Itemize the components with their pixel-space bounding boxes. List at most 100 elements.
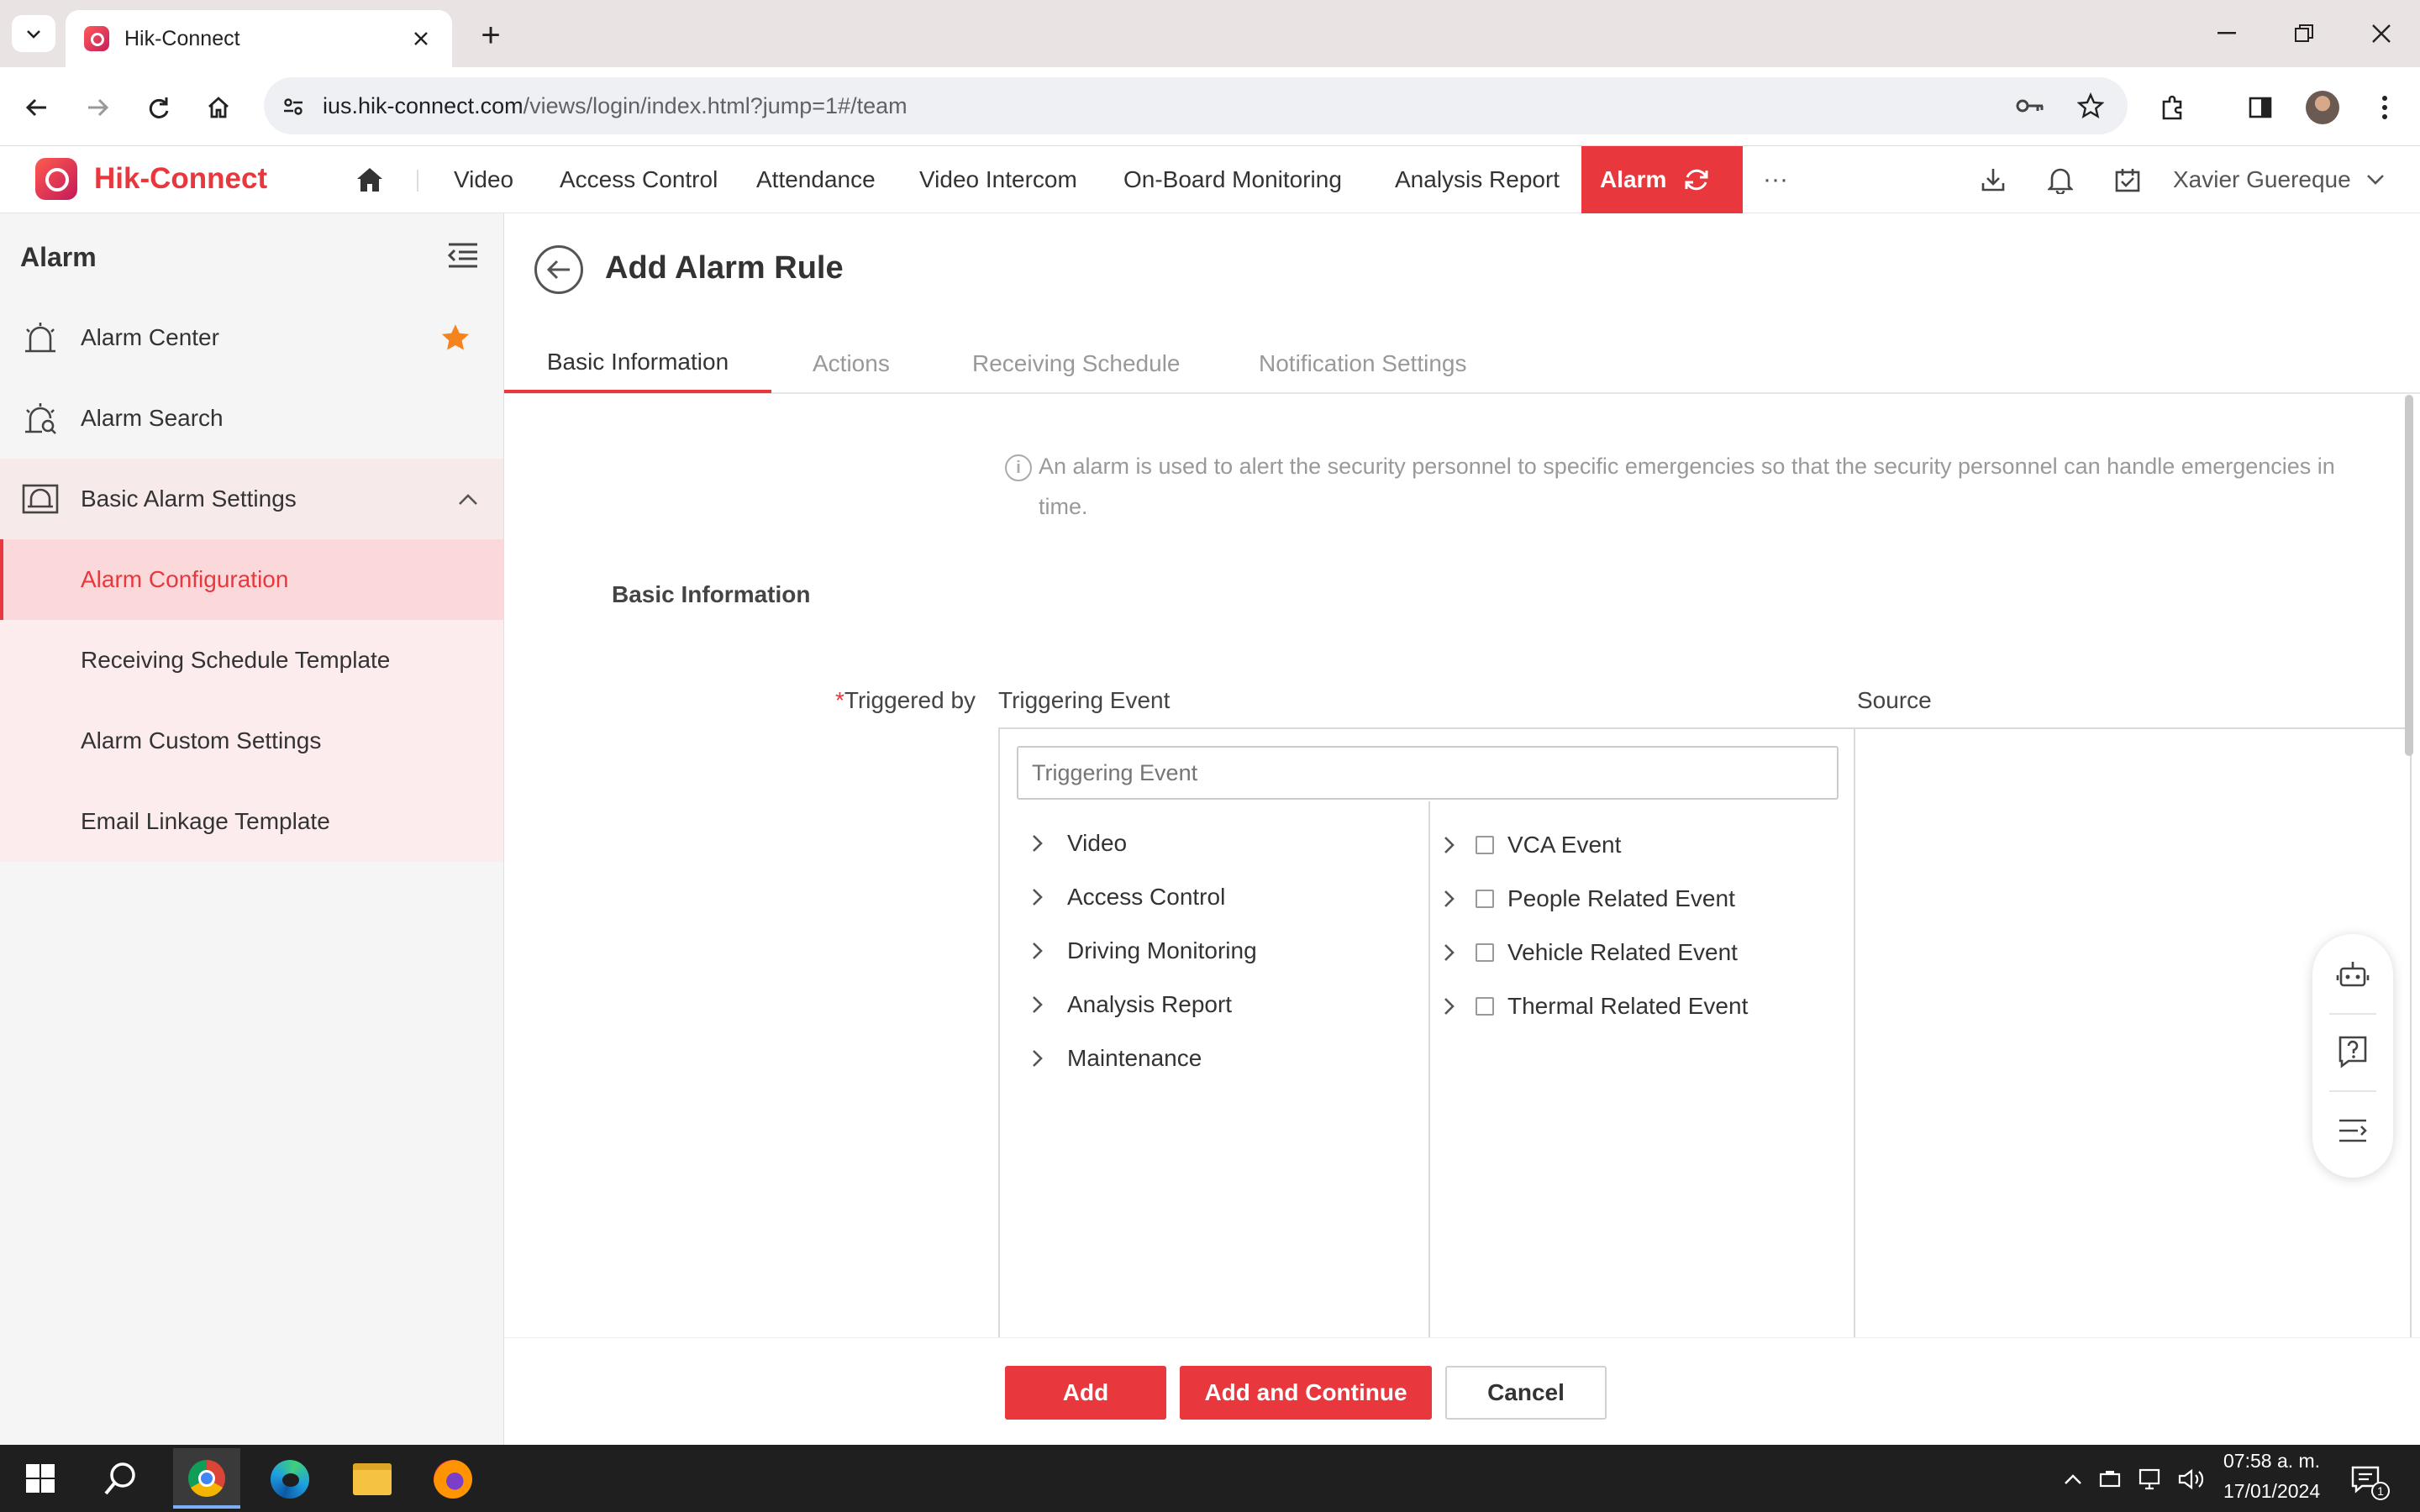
restore-window-icon[interactable] — [2279, 17, 2329, 50]
hik-connect-logo-icon — [35, 158, 77, 200]
chevron-right-icon[interactable] — [1437, 994, 1462, 1019]
toolbar-divider — [2329, 1090, 2376, 1092]
task-center-icon[interactable] — [2109, 161, 2146, 198]
home-icon[interactable] — [198, 87, 239, 128]
sidebar-subitem-alarm-custom-settings[interactable]: Alarm Custom Settings — [0, 701, 503, 781]
browser-tab[interactable]: Hik-Connect — [66, 10, 452, 67]
download-icon[interactable] — [1975, 161, 2012, 198]
notification-bell-icon[interactable] — [2042, 161, 2079, 198]
add-button[interactable]: Add — [1005, 1366, 1166, 1420]
back-arrow-icon[interactable] — [17, 87, 57, 128]
address-bar[interactable]: ius.hik-connect.com/views/login/index.ht… — [264, 77, 2128, 134]
chevron-down-icon — [2366, 174, 2385, 186]
close-window-icon[interactable] — [2356, 17, 2407, 50]
taskbar-time[interactable]: 07:58 a. m. — [2223, 1450, 2320, 1473]
chevron-right-icon[interactable] — [1025, 992, 1050, 1017]
chevron-right-icon[interactable] — [1437, 940, 1462, 965]
chevron-right-icon[interactable] — [1025, 938, 1050, 963]
tab-search-dropdown-icon[interactable] — [12, 15, 55, 52]
category-analysis-report[interactable]: Analysis Report — [1025, 978, 1420, 1032]
cancel-button[interactable]: Cancel — [1445, 1366, 1607, 1420]
collapse-menu-icon[interactable] — [444, 239, 481, 272]
sidebar-subitem-email-linkage-template[interactable]: Email Linkage Template — [0, 781, 503, 862]
chevron-right-icon[interactable] — [1025, 885, 1050, 910]
minimize-window-icon[interactable] — [2202, 17, 2252, 50]
file-explorer-icon[interactable] — [353, 1463, 392, 1495]
sidebar-subitem-alarm-configuration[interactable]: Alarm Configuration — [0, 539, 503, 620]
alarm-settings-icon — [0, 481, 81, 517]
forward-arrow-icon[interactable] — [77, 87, 118, 128]
chevron-up-icon[interactable] — [455, 487, 481, 512]
collapse-toolbar-icon[interactable] — [2333, 1110, 2373, 1151]
event-checkbox[interactable] — [1476, 836, 1494, 854]
chevron-right-icon[interactable] — [1025, 831, 1050, 856]
sidebar-item-alarm-center[interactable]: Alarm Center — [0, 297, 503, 378]
sidebar-subitem-receiving-schedule-template[interactable]: Receiving Schedule Template — [0, 620, 503, 701]
nav-home-icon[interactable] — [351, 161, 388, 198]
show-hidden-icons-chevron-icon[interactable] — [2059, 1465, 2087, 1494]
event-vca[interactable]: VCA Event — [1437, 818, 1849, 872]
volume-icon[interactable] — [2176, 1465, 2208, 1494]
tab-actions[interactable]: Actions — [813, 334, 890, 393]
close-tab-icon[interactable] — [408, 26, 434, 51]
back-button-icon[interactable] — [534, 245, 583, 294]
tab-notification-settings[interactable]: Notification Settings — [1259, 334, 1466, 393]
extensions-puzzle-icon[interactable] — [2153, 87, 2193, 128]
event-checkbox[interactable] — [1476, 997, 1494, 1016]
chevron-right-icon[interactable] — [1437, 886, 1462, 911]
category-driving-monitoring[interactable]: Driving Monitoring — [1025, 924, 1420, 978]
event-checkbox[interactable] — [1476, 890, 1494, 908]
nav-video-intercom[interactable]: Video Intercom — [919, 146, 1077, 213]
site-settings-icon[interactable] — [281, 94, 306, 119]
nav-on-board-monitoring[interactable]: On-Board Monitoring — [1123, 146, 1342, 213]
chevron-right-icon[interactable] — [1025, 1046, 1050, 1071]
tab-basic-information[interactable]: Basic Information — [504, 334, 771, 393]
windows-start-icon[interactable] — [20, 1458, 60, 1499]
tab-receiving-schedule[interactable]: Receiving Schedule — [972, 334, 1181, 393]
taskbar-search-icon[interactable] — [99, 1458, 143, 1499]
edge-icon[interactable] — [271, 1460, 309, 1499]
battery-icon[interactable] — [2096, 1465, 2124, 1494]
taskbar-date[interactable]: 17/01/2024 — [2223, 1480, 2320, 1503]
category-maintenance[interactable]: Maintenance — [1025, 1032, 1420, 1085]
sidebar-item-basic-alarm-settings[interactable]: Basic Alarm Settings — [0, 459, 503, 539]
add-and-continue-button[interactable]: Add and Continue — [1180, 1366, 1432, 1420]
chrome-icon[interactable] — [188, 1460, 225, 1497]
category-video[interactable]: Video — [1025, 816, 1420, 870]
page-title: Add Alarm Rule — [605, 250, 844, 286]
new-tab-button[interactable]: + — [471, 15, 511, 55]
category-label: Driving Monitoring — [1067, 937, 1257, 963]
source-column-header: Source — [1857, 687, 1932, 713]
event-people-related[interactable]: People Related Event — [1437, 872, 1849, 926]
content-scrollbar[interactable] — [2405, 395, 2413, 756]
event-checkbox[interactable] — [1476, 943, 1494, 962]
refresh-sync-icon[interactable] — [1680, 163, 1713, 197]
sidebar-item-alarm-search[interactable]: Alarm Search — [0, 378, 503, 459]
event-thermal-related[interactable]: Thermal Related Event — [1437, 979, 1849, 1033]
brand-logo[interactable]: Hik-Connect — [35, 158, 267, 200]
category-access-control[interactable]: Access Control — [1025, 870, 1420, 924]
triggering-event-column-header: Triggering Event — [998, 687, 1171, 713]
nav-access-control[interactable]: Access Control — [560, 146, 718, 213]
profile-avatar[interactable] — [2306, 91, 2339, 124]
nav-analysis-report[interactable]: Analysis Report — [1395, 146, 1560, 213]
nav-alarm[interactable]: Alarm — [1581, 146, 1743, 213]
password-key-icon[interactable] — [2015, 92, 2045, 119]
firefox-icon[interactable] — [434, 1460, 472, 1499]
event-vehicle-related[interactable]: Vehicle Related Event — [1437, 926, 1849, 979]
triggering-event-search-input[interactable] — [1017, 746, 1839, 800]
nav-more-menu[interactable]: ··· — [1763, 146, 1788, 213]
robot-assistant-icon[interactable] — [2333, 954, 2373, 995]
reload-icon[interactable] — [138, 87, 178, 128]
chevron-right-icon[interactable] — [1437, 832, 1462, 858]
browser-menu-icon[interactable] — [2368, 87, 2402, 128]
help-icon[interactable] — [2333, 1032, 2373, 1072]
nav-video[interactable]: Video — [454, 146, 513, 213]
user-menu[interactable]: Xavier Guereque — [2173, 146, 2385, 213]
nav-attendance[interactable]: Attendance — [756, 146, 876, 213]
network-icon[interactable] — [2138, 1465, 2166, 1494]
favorite-star-icon[interactable] — [439, 321, 472, 354]
side-panel-icon[interactable] — [2240, 87, 2281, 128]
notification-count: 1 — [2371, 1482, 2390, 1500]
bookmark-star-icon[interactable] — [2075, 91, 2106, 121]
